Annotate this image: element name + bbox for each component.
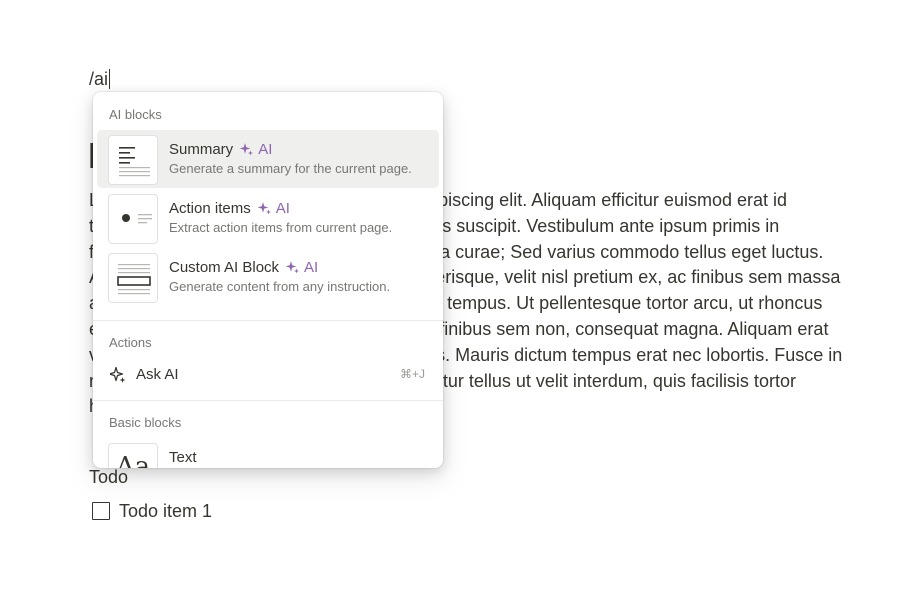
- summary-thumbnail-icon: [108, 135, 158, 185]
- section-title-actions: Actions: [109, 335, 152, 350]
- menu-item-title: Action items AI: [169, 199, 290, 218]
- action-items-title: Action items: [169, 200, 251, 217]
- action-items-thumbnail-icon: [108, 194, 158, 244]
- menu-divider: [93, 320, 443, 321]
- text-caret: [109, 69, 111, 89]
- menu-action-ask-ai[interactable]: Ask AI ⌘+J: [97, 359, 439, 389]
- todo-heading: Todo: [89, 467, 129, 487]
- section-title-basic-blocks: Basic blocks: [109, 415, 182, 430]
- ask-ai-shortcut: ⌘+J: [399, 367, 425, 381]
- custom-ai-block-thumbnail-icon: [108, 253, 158, 303]
- todo-item[interactable]: Todo item 1: [92, 500, 212, 522]
- summary-title: Summary: [169, 141, 234, 158]
- text-title: Text: [169, 449, 197, 466]
- command-input-line[interactable]: /ai: [89, 68, 111, 90]
- sparkle-icon: [110, 366, 126, 383]
- sparkle-icon: [240, 143, 254, 156]
- todo-checkbox[interactable]: [92, 502, 110, 520]
- slash-command-menu[interactable]: AI blocks Summary AI Generate a summary f…: [93, 92, 443, 468]
- menu-item-custom-ai-block[interactable]: Custom AI Block AI Generate content from …: [97, 248, 439, 306]
- menu-item-title: Custom AI Block AI: [169, 258, 318, 277]
- menu-item-title: Summary AI: [169, 140, 272, 159]
- ask-ai-label: Ask AI: [136, 366, 179, 383]
- ai-badge: AI: [275, 200, 290, 217]
- custom-ai-block-description: Generate content from any instruction.: [169, 279, 391, 294]
- slash-command-text: /ai: [89, 69, 109, 89]
- ai-badge: AI: [304, 259, 319, 276]
- section-title-ai-blocks: AI blocks: [109, 107, 162, 122]
- summary-description: Generate a summary for the current page.: [169, 161, 412, 176]
- menu-item-action-items[interactable]: Action items AI Extract action items from…: [97, 189, 439, 247]
- todo-item-label: Todo item 1: [119, 501, 213, 521]
- sparkle-icon: [257, 202, 271, 215]
- menu-item-summary[interactable]: Summary AI Generate a summary for the cur…: [97, 130, 439, 188]
- text-thumbnail-icon: Aa: [108, 443, 158, 468]
- menu-divider: [93, 400, 443, 401]
- action-items-description: Extract action items from current page.: [169, 220, 393, 235]
- ai-badge: AI: [258, 141, 273, 158]
- menu-item-text[interactable]: Aa Text: [97, 438, 439, 468]
- sparkle-icon: [286, 261, 300, 274]
- text-thumbnail-glyph: Aa: [115, 452, 151, 468]
- custom-ai-block-title: Custom AI Block: [169, 259, 280, 276]
